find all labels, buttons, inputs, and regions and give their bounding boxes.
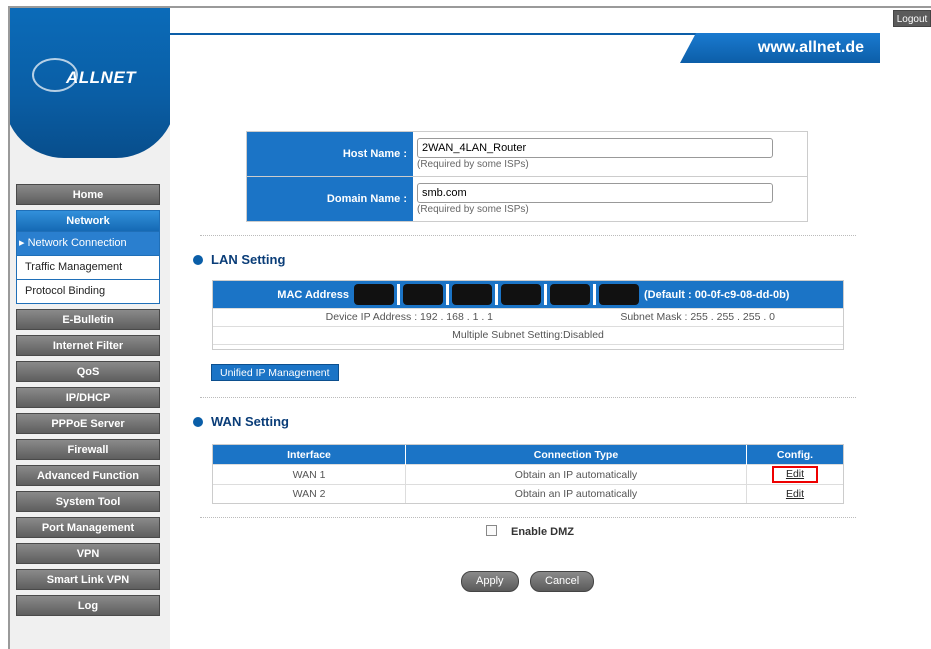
- sidebar-item-vpn[interactable]: VPN: [16, 543, 160, 564]
- sidebar-subitem-label: Network Connection: [27, 237, 127, 249]
- domain-name-input[interactable]: [417, 183, 773, 203]
- sidebar-item-system-tool[interactable]: System Tool: [16, 491, 160, 512]
- sidebar-item-ip-dhcp[interactable]: IP/DHCP: [16, 387, 160, 408]
- mac-field-5[interactable]: [550, 284, 590, 305]
- sidebar-item-port-management[interactable]: Port Management: [16, 517, 160, 538]
- wan-header-row: Interface Connection Type Config.: [213, 445, 843, 465]
- host-name-cell: (Required by some ISPs): [413, 132, 807, 176]
- sidebar-item-log[interactable]: Log: [16, 595, 160, 616]
- logo-area: ALLNET: [10, 8, 170, 160]
- wan1-interface: WAN 1: [213, 464, 406, 485]
- wan2-connection-type: Obtain an IP automatically: [405, 484, 747, 503]
- wan1-edit-link[interactable]: Edit: [786, 468, 804, 480]
- domain-name-hint: (Required by some ISPs): [417, 204, 529, 215]
- mac-address-label: MAC Address: [277, 288, 349, 301]
- wan2-config-cell: Edit: [746, 484, 843, 503]
- multiple-subnet-text: Multiple Subnet Setting:Disabled: [452, 329, 604, 341]
- lan-table: MAC Address (Default : 00-0f-c9-08-dd-0b…: [212, 280, 844, 350]
- host-name-label: Host Name :: [247, 132, 413, 176]
- mac-separator: [593, 284, 596, 305]
- sidebar-subitem-traffic-management[interactable]: Traffic Management: [17, 255, 159, 279]
- enable-dmz-checkbox[interactable]: [486, 524, 497, 536]
- brand-logo: ALLNET: [66, 68, 137, 87]
- site-url-banner: www.allnet.de: [680, 33, 880, 63]
- table-row: WAN 1 Obtain an IP automatically Edit: [213, 464, 843, 485]
- sidebar: ALLNET Home Network ▸ Network Connection…: [10, 8, 170, 649]
- mac-separator: [495, 284, 498, 305]
- divider: [200, 517, 856, 518]
- edit-highlight: Edit: [771, 466, 819, 483]
- mac-field-6[interactable]: [599, 284, 639, 305]
- logout-button[interactable]: Logout: [893, 10, 931, 27]
- section-bullet-icon: [193, 416, 203, 427]
- sidebar-item-internet-filter[interactable]: Internet Filter: [16, 335, 160, 356]
- unified-ip-management-button[interactable]: Unified IP Management: [211, 364, 339, 381]
- caret-right-icon: ▸: [19, 237, 28, 249]
- host-name-input[interactable]: [417, 138, 773, 158]
- domain-name-cell: (Required by some ISPs): [413, 177, 807, 221]
- cancel-button[interactable]: Cancel: [530, 571, 595, 592]
- mac-default-text: (Default : 00-0f-c9-08-dd-0b): [644, 288, 790, 301]
- column-header-interface: Interface: [213, 445, 406, 465]
- mac-field-4[interactable]: [501, 284, 541, 305]
- column-header-config: Config.: [746, 445, 843, 465]
- device-ip-text: Device IP Address : 192 . 168 . 1 . 1: [325, 311, 493, 323]
- sidebar-item-smart-link-vpn[interactable]: Smart Link VPN: [16, 569, 160, 590]
- lan-ip-row: Device IP Address : 192 . 168 . 1 . 1 Su…: [213, 308, 843, 326]
- mac-address-row: MAC Address (Default : 00-0f-c9-08-dd-0b…: [213, 281, 843, 308]
- subnet-mask-text: Subnet Mask : 255 . 255 . 255 . 0: [620, 311, 775, 323]
- lan-section-title: LAN Setting: [193, 252, 285, 267]
- section-bullet-icon: [193, 254, 203, 265]
- dmz-option: Enable DMZ: [486, 524, 574, 538]
- sidebar-subitem-protocol-binding[interactable]: Protocol Binding: [17, 279, 159, 303]
- wan-section-label: WAN Setting: [211, 414, 289, 429]
- wan-table: Interface Connection Type Config. WAN 1 …: [212, 444, 844, 504]
- wan2-edit-link[interactable]: Edit: [786, 488, 804, 500]
- sidebar-item-network[interactable]: Network: [17, 211, 159, 231]
- domain-name-label: Domain Name :: [247, 177, 413, 221]
- sidebar-item-e-bulletin[interactable]: E-Bulletin: [16, 309, 160, 330]
- wan2-interface: WAN 2: [213, 484, 406, 503]
- domain-name-row: Domain Name : (Required by some ISPs): [247, 177, 807, 221]
- host-name-hint: (Required by some ISPs): [417, 159, 529, 170]
- enable-dmz-label: Enable DMZ: [511, 526, 574, 538]
- lan-empty-row: [213, 344, 843, 349]
- multiple-subnet-row: Multiple Subnet Setting:Disabled: [213, 326, 843, 344]
- sidebar-menu: Home Network ▸ Network Connection Traffi…: [10, 184, 170, 621]
- sidebar-item-home[interactable]: Home: [16, 184, 160, 205]
- wan1-connection-type: Obtain an IP automatically: [405, 464, 747, 485]
- sidebar-item-firewall[interactable]: Firewall: [16, 439, 160, 460]
- host-name-row: Host Name : (Required by some ISPs): [247, 132, 807, 177]
- mac-field-2[interactable]: [403, 284, 443, 305]
- apply-button[interactable]: Apply: [461, 571, 519, 592]
- sidebar-item-pppoe-server[interactable]: PPPoE Server: [16, 413, 160, 434]
- mac-separator: [397, 284, 400, 305]
- mac-separator: [446, 284, 449, 305]
- sidebar-item-qos[interactable]: QoS: [16, 361, 160, 382]
- wan-section-title: WAN Setting: [193, 414, 289, 429]
- sidebar-item-advanced-function[interactable]: Advanced Function: [16, 465, 160, 486]
- table-row: WAN 2 Obtain an IP automatically Edit: [213, 484, 843, 503]
- sidebar-subitem-network-connection[interactable]: ▸ Network Connection: [17, 231, 159, 255]
- divider: [200, 235, 856, 236]
- lan-section-label: LAN Setting: [211, 252, 286, 267]
- divider: [200, 397, 856, 398]
- wan1-config-cell: Edit: [746, 464, 843, 485]
- mac-field-3[interactable]: [452, 284, 492, 305]
- column-header-connection-type: Connection Type: [405, 445, 747, 465]
- mac-separator: [544, 284, 547, 305]
- host-settings-table: Host Name : (Required by some ISPs) Doma…: [246, 131, 808, 222]
- mac-field-1[interactable]: [354, 284, 394, 305]
- sidebar-group-network: Network ▸ Network Connection Traffic Man…: [16, 210, 160, 304]
